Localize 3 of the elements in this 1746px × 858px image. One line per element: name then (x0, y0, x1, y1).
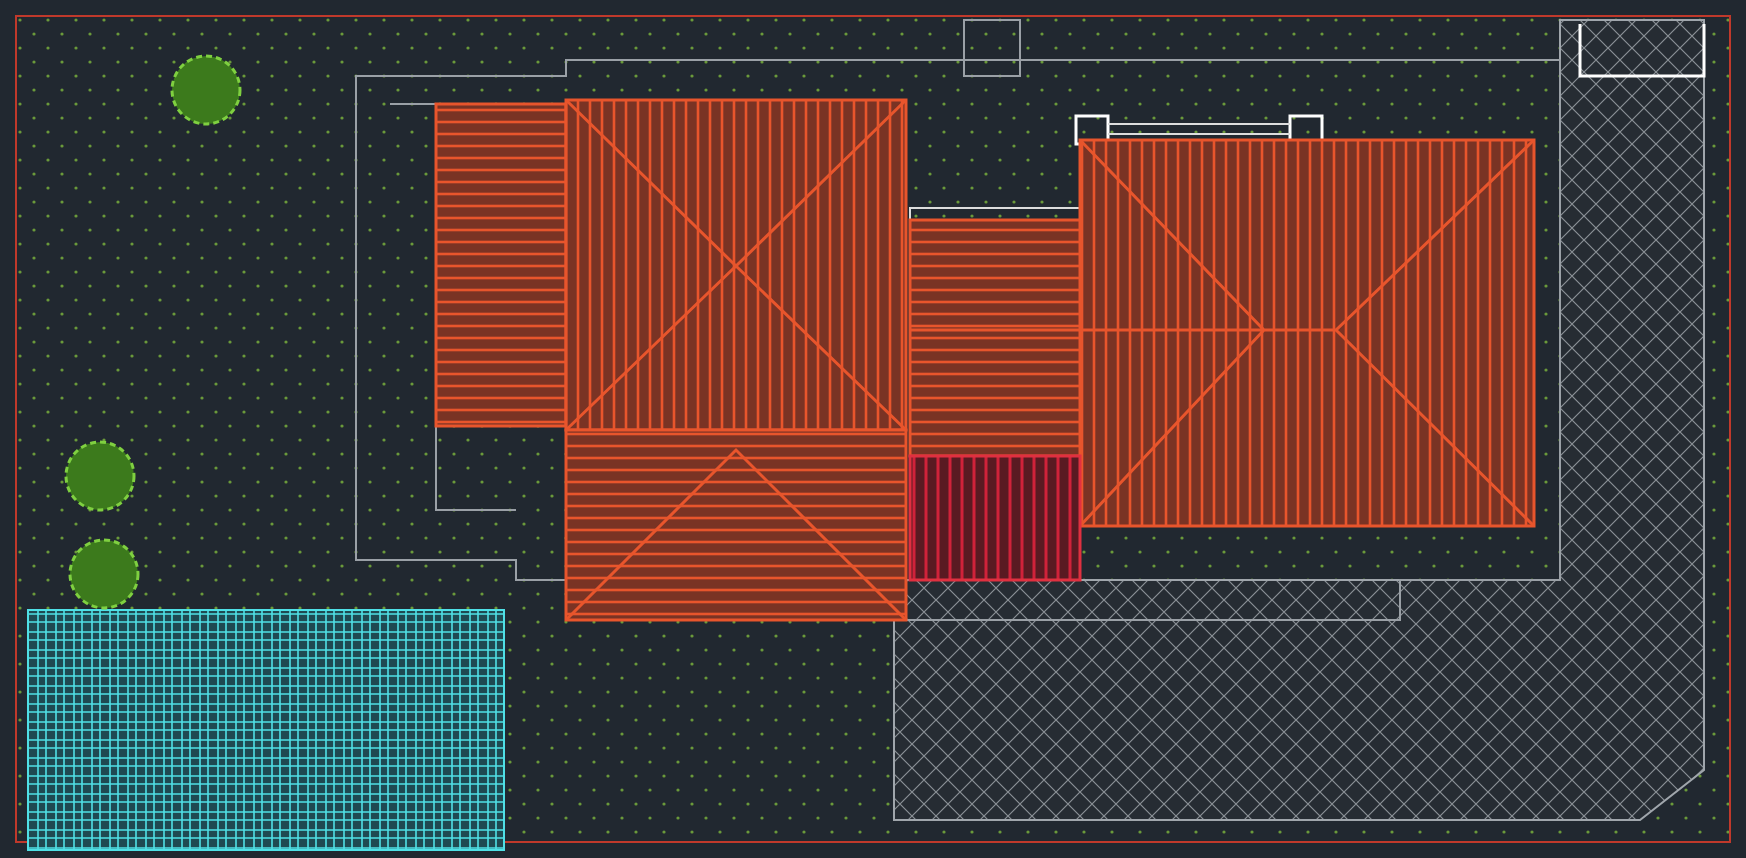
tree-icon (64, 440, 136, 512)
tree-icon (170, 54, 242, 126)
tree-icon (68, 538, 140, 610)
